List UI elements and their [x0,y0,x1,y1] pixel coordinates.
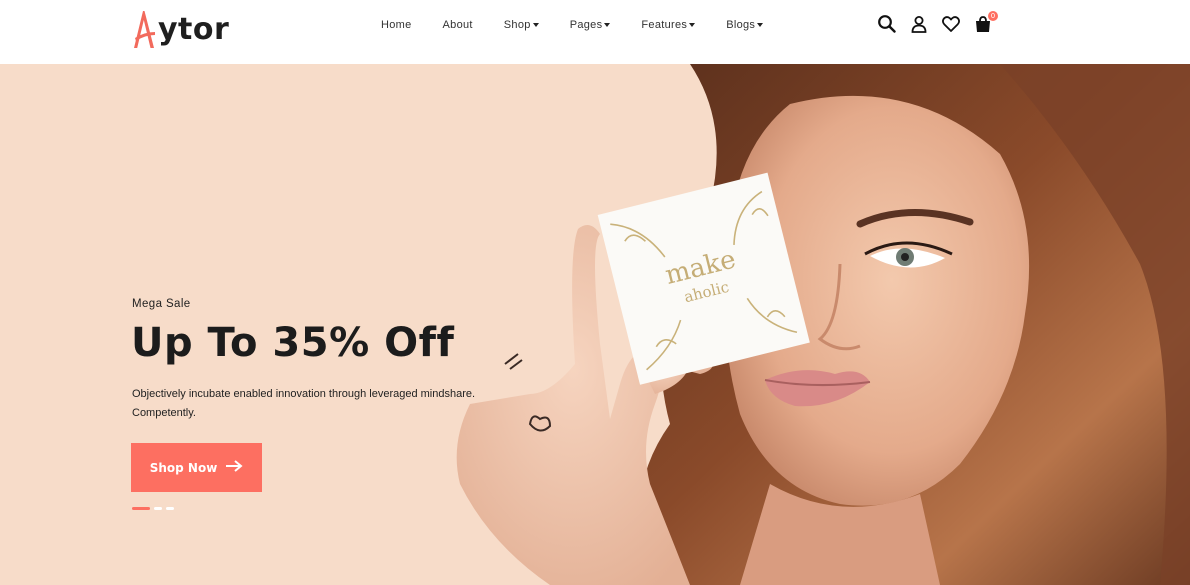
hero-headline: Up To 35% Off [131,320,455,366]
slider-pagination [132,507,178,510]
nav-label: Features [641,19,688,31]
nav-item-blogs[interactable]: Blogs [726,17,764,33]
hero-description-line-2: Competently. [132,407,196,419]
user-icon[interactable] [909,14,929,34]
heart-icon[interactable] [941,14,961,34]
nav-label: About [442,19,473,31]
nav-item-about[interactable]: About [443,17,473,33]
hero-description-line-1: Objectively incubate enabled innovation … [132,388,476,400]
shop-now-label: Shop Now [149,460,218,475]
hero-banner: make aholic Mega Sale Up To 35% Off Obje… [0,64,1190,585]
hero-description: Objectively incubate enabled innovation … [132,385,492,423]
nav-item-pages[interactable]: Pages [570,17,611,33]
nav-label: Blogs [726,19,756,31]
search-icon[interactable] [877,14,897,34]
nav-item-features[interactable]: Features [641,17,696,33]
logo-text: ytor [158,12,230,47]
shopping-bag-icon[interactable]: 0 [973,11,998,34]
hero-eyebrow: Mega Sale [132,298,191,310]
caret-down-icon [757,22,764,27]
nav-label: Pages [569,19,603,31]
shop-now-button[interactable]: Shop Now [131,443,262,492]
nav-label: Home [381,19,412,31]
header-actions: 0 [877,11,1005,34]
slider-dot-3[interactable] [166,507,174,510]
cart-count-badge: 0 [988,11,998,21]
arrow-right-icon [225,460,243,475]
caret-down-icon [604,22,611,27]
nav-item-shop[interactable]: Shop [504,17,539,33]
hero-model-image: make aholic [456,64,1190,585]
logo-mark [131,8,157,48]
main-nav: Home About Shop Pages Features Blogs [381,17,794,33]
nav-item-home[interactable]: Home [381,17,412,33]
caret-down-icon [689,22,696,27]
site-header: ytor Home About Shop Pages Features Blog… [0,0,1190,64]
slider-dot-1[interactable] [132,507,150,510]
caret-down-icon [532,22,539,27]
slider-dot-2[interactable] [154,507,162,510]
brand-logo[interactable]: ytor [131,4,229,48]
nav-label: Shop [503,19,531,31]
